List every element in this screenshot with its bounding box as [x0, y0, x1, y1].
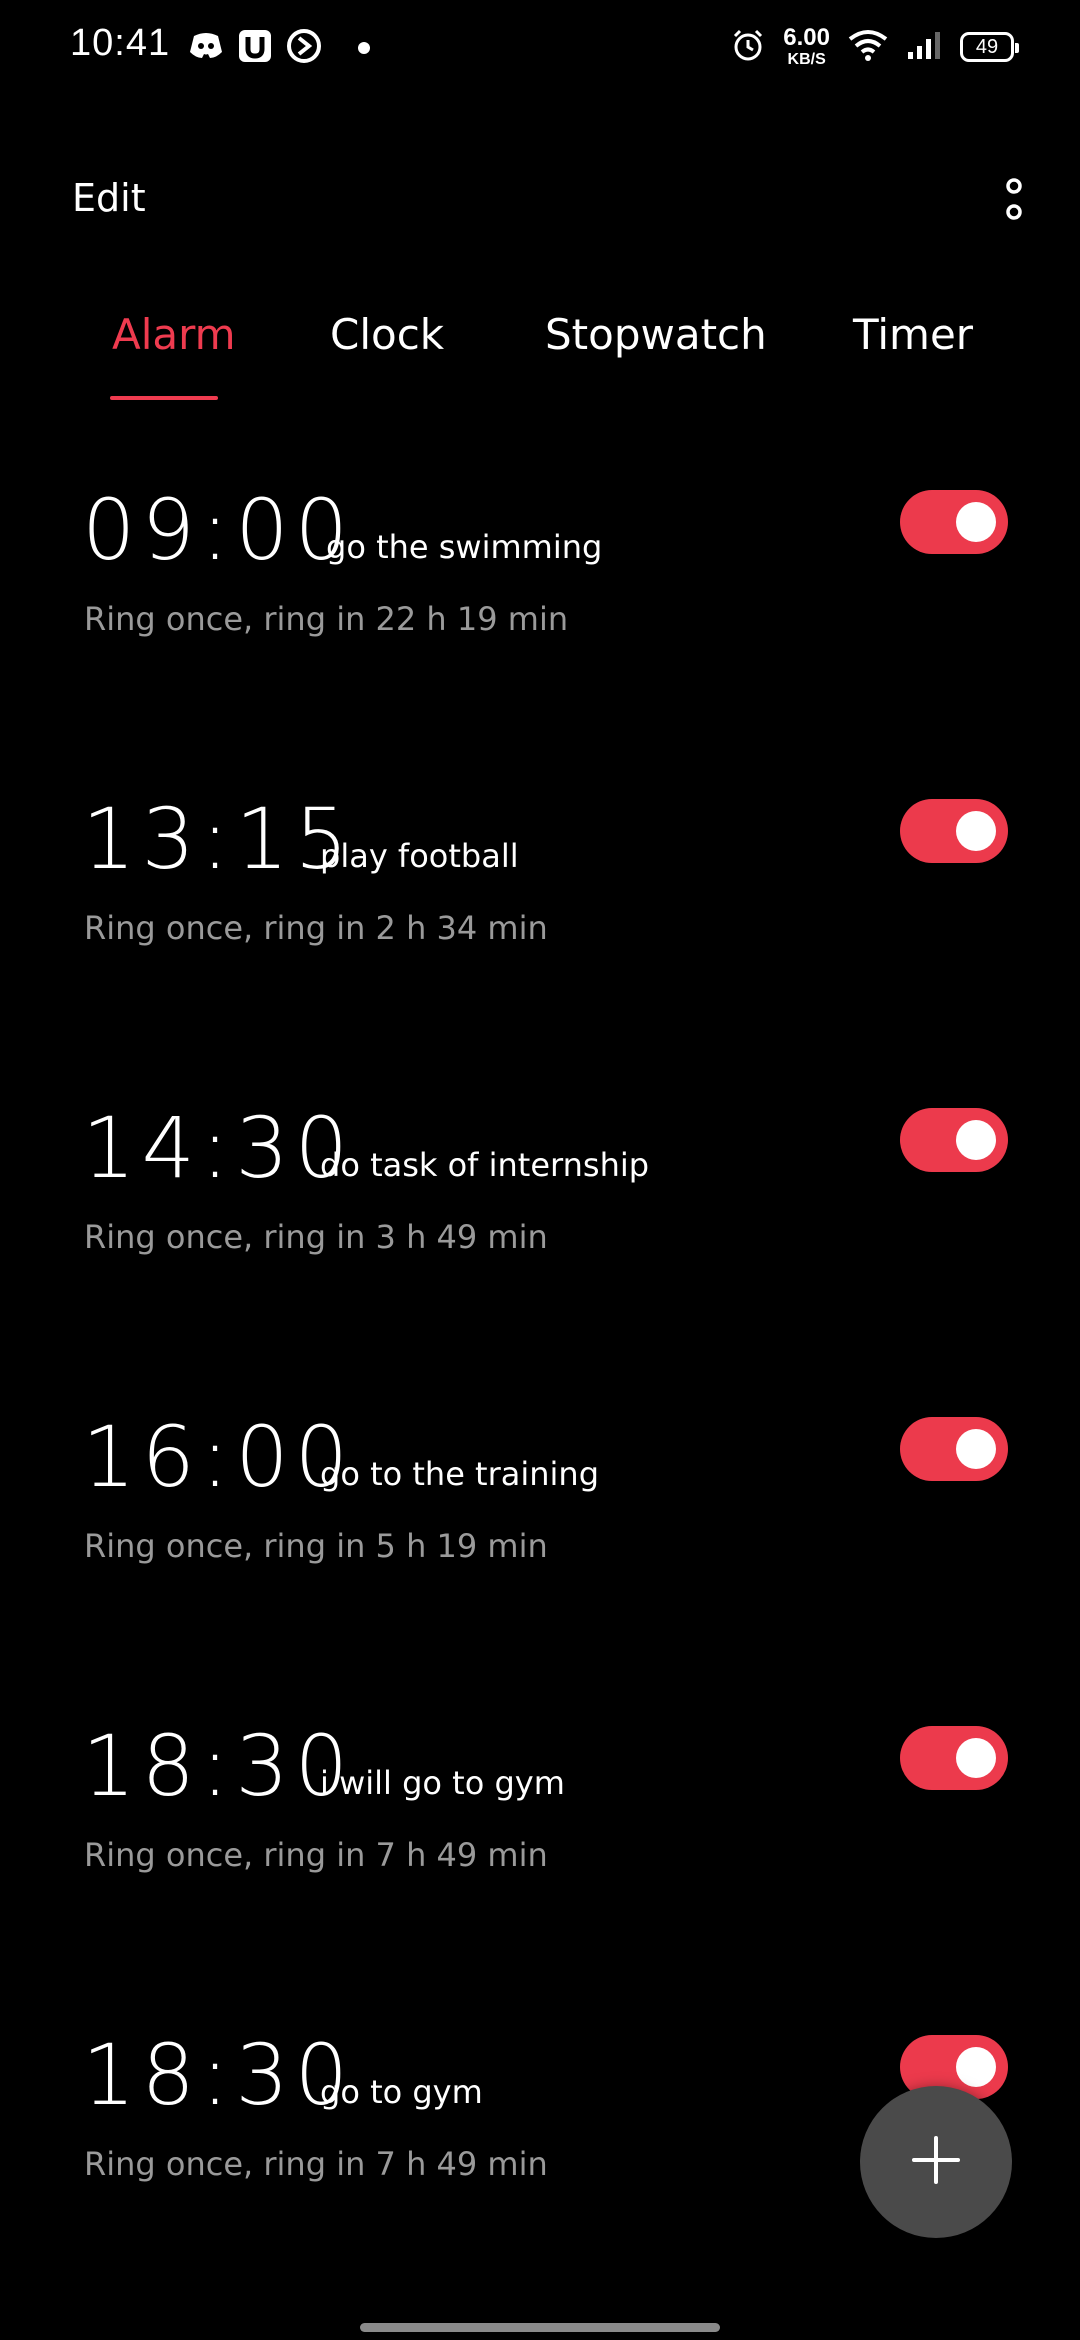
alarm-item[interactable]: 14:30 do task of internship Ring once, r…	[0, 1058, 1080, 1367]
home-indicator[interactable]	[360, 2323, 720, 2332]
tab-stopwatch[interactable]: Stopwatch	[545, 310, 767, 359]
more-options-icon[interactable]	[994, 176, 1034, 226]
alarm-time: 18:30	[82, 2026, 355, 2124]
status-bar: 10:41 6.00 KB/S 49	[0, 0, 1080, 96]
toggle-knob	[956, 2047, 996, 2087]
alarm-subtitle: Ring once, ring in 5 h 19 min	[84, 1527, 548, 1565]
battery-icon: 49	[960, 32, 1019, 62]
alarm-item[interactable]: 13:15 play football Ring once, ring in 2…	[0, 749, 1080, 1058]
plus-icon	[910, 2134, 962, 2190]
toggle-knob	[956, 1120, 996, 1160]
alarm-subtitle: Ring once, ring in 7 h 49 min	[84, 1836, 548, 1874]
alarm-label: play football	[320, 837, 519, 875]
tab-clock[interactable]: Clock	[330, 310, 444, 359]
notification-icons	[188, 28, 370, 68]
alarm-toggle[interactable]	[900, 1108, 1008, 1172]
alarm-item[interactable]: 09:00 go the swimming Ring once, ring in…	[0, 440, 1080, 749]
alarm-subtitle: Ring once, ring in 22 h 19 min	[84, 600, 569, 638]
play-circle-icon	[286, 28, 322, 68]
alarm-time: 14:30	[82, 1099, 355, 1197]
alarm-item[interactable]: 16:00 go to the training Ring once, ring…	[0, 1367, 1080, 1676]
toggle-knob	[956, 1738, 996, 1778]
signal-icon	[906, 30, 942, 64]
alarm-toggle[interactable]	[900, 1726, 1008, 1790]
alarm-label: do task of internship	[320, 1146, 650, 1184]
status-time: 10:41	[70, 22, 171, 64]
alarm-time: 18:30	[82, 1717, 355, 1815]
toggle-knob	[956, 1429, 996, 1469]
network-speed-value: 6.00	[783, 24, 830, 51]
alarm-subtitle: Ring once, ring in 7 h 49 min	[84, 2145, 548, 2183]
wifi-icon	[848, 29, 888, 65]
system-icons: 6.00 KB/S 49	[731, 26, 1019, 68]
edit-button[interactable]: Edit	[72, 176, 146, 220]
alarm-icon	[731, 28, 765, 66]
battery-level: 49	[975, 35, 999, 58]
add-alarm-button[interactable]	[860, 2086, 1012, 2238]
more-notifications-dot	[358, 42, 370, 54]
tab-timer[interactable]: Timer	[853, 310, 973, 359]
network-speed-unit: KB/S	[787, 51, 826, 68]
alarm-list: 09:00 go the swimming Ring once, ring in…	[0, 440, 1080, 2294]
active-tab-indicator	[110, 396, 218, 400]
alarm-time: 16:00	[82, 1408, 355, 1506]
alarm-time: 13:15	[82, 790, 355, 888]
alarm-subtitle: Ring once, ring in 2 h 34 min	[84, 909, 548, 947]
tab-bar: Alarm Clock Stopwatch Timer	[0, 300, 1080, 410]
tab-alarm[interactable]: Alarm	[112, 310, 236, 359]
alarm-toggle[interactable]	[900, 1417, 1008, 1481]
alarm-time: 09:00	[82, 481, 355, 579]
alarm-toggle[interactable]	[900, 799, 1008, 863]
network-speed: 6.00 KB/S	[783, 26, 830, 68]
alarm-toggle[interactable]	[900, 490, 1008, 554]
u-app-icon	[238, 29, 272, 67]
discord-icon	[188, 30, 224, 66]
alarm-item[interactable]: 18:30 i will go to gym Ring once, ring i…	[0, 1676, 1080, 1985]
toggle-knob	[956, 811, 996, 851]
alarm-subtitle: Ring once, ring in 3 h 49 min	[84, 1218, 548, 1256]
alarm-label: go to the training	[320, 1455, 600, 1493]
alarm-label: go the swimming	[326, 528, 603, 566]
alarm-label: go to gym	[320, 2073, 483, 2111]
toggle-knob	[956, 502, 996, 542]
alarm-label: i will go to gym	[320, 1764, 565, 1802]
